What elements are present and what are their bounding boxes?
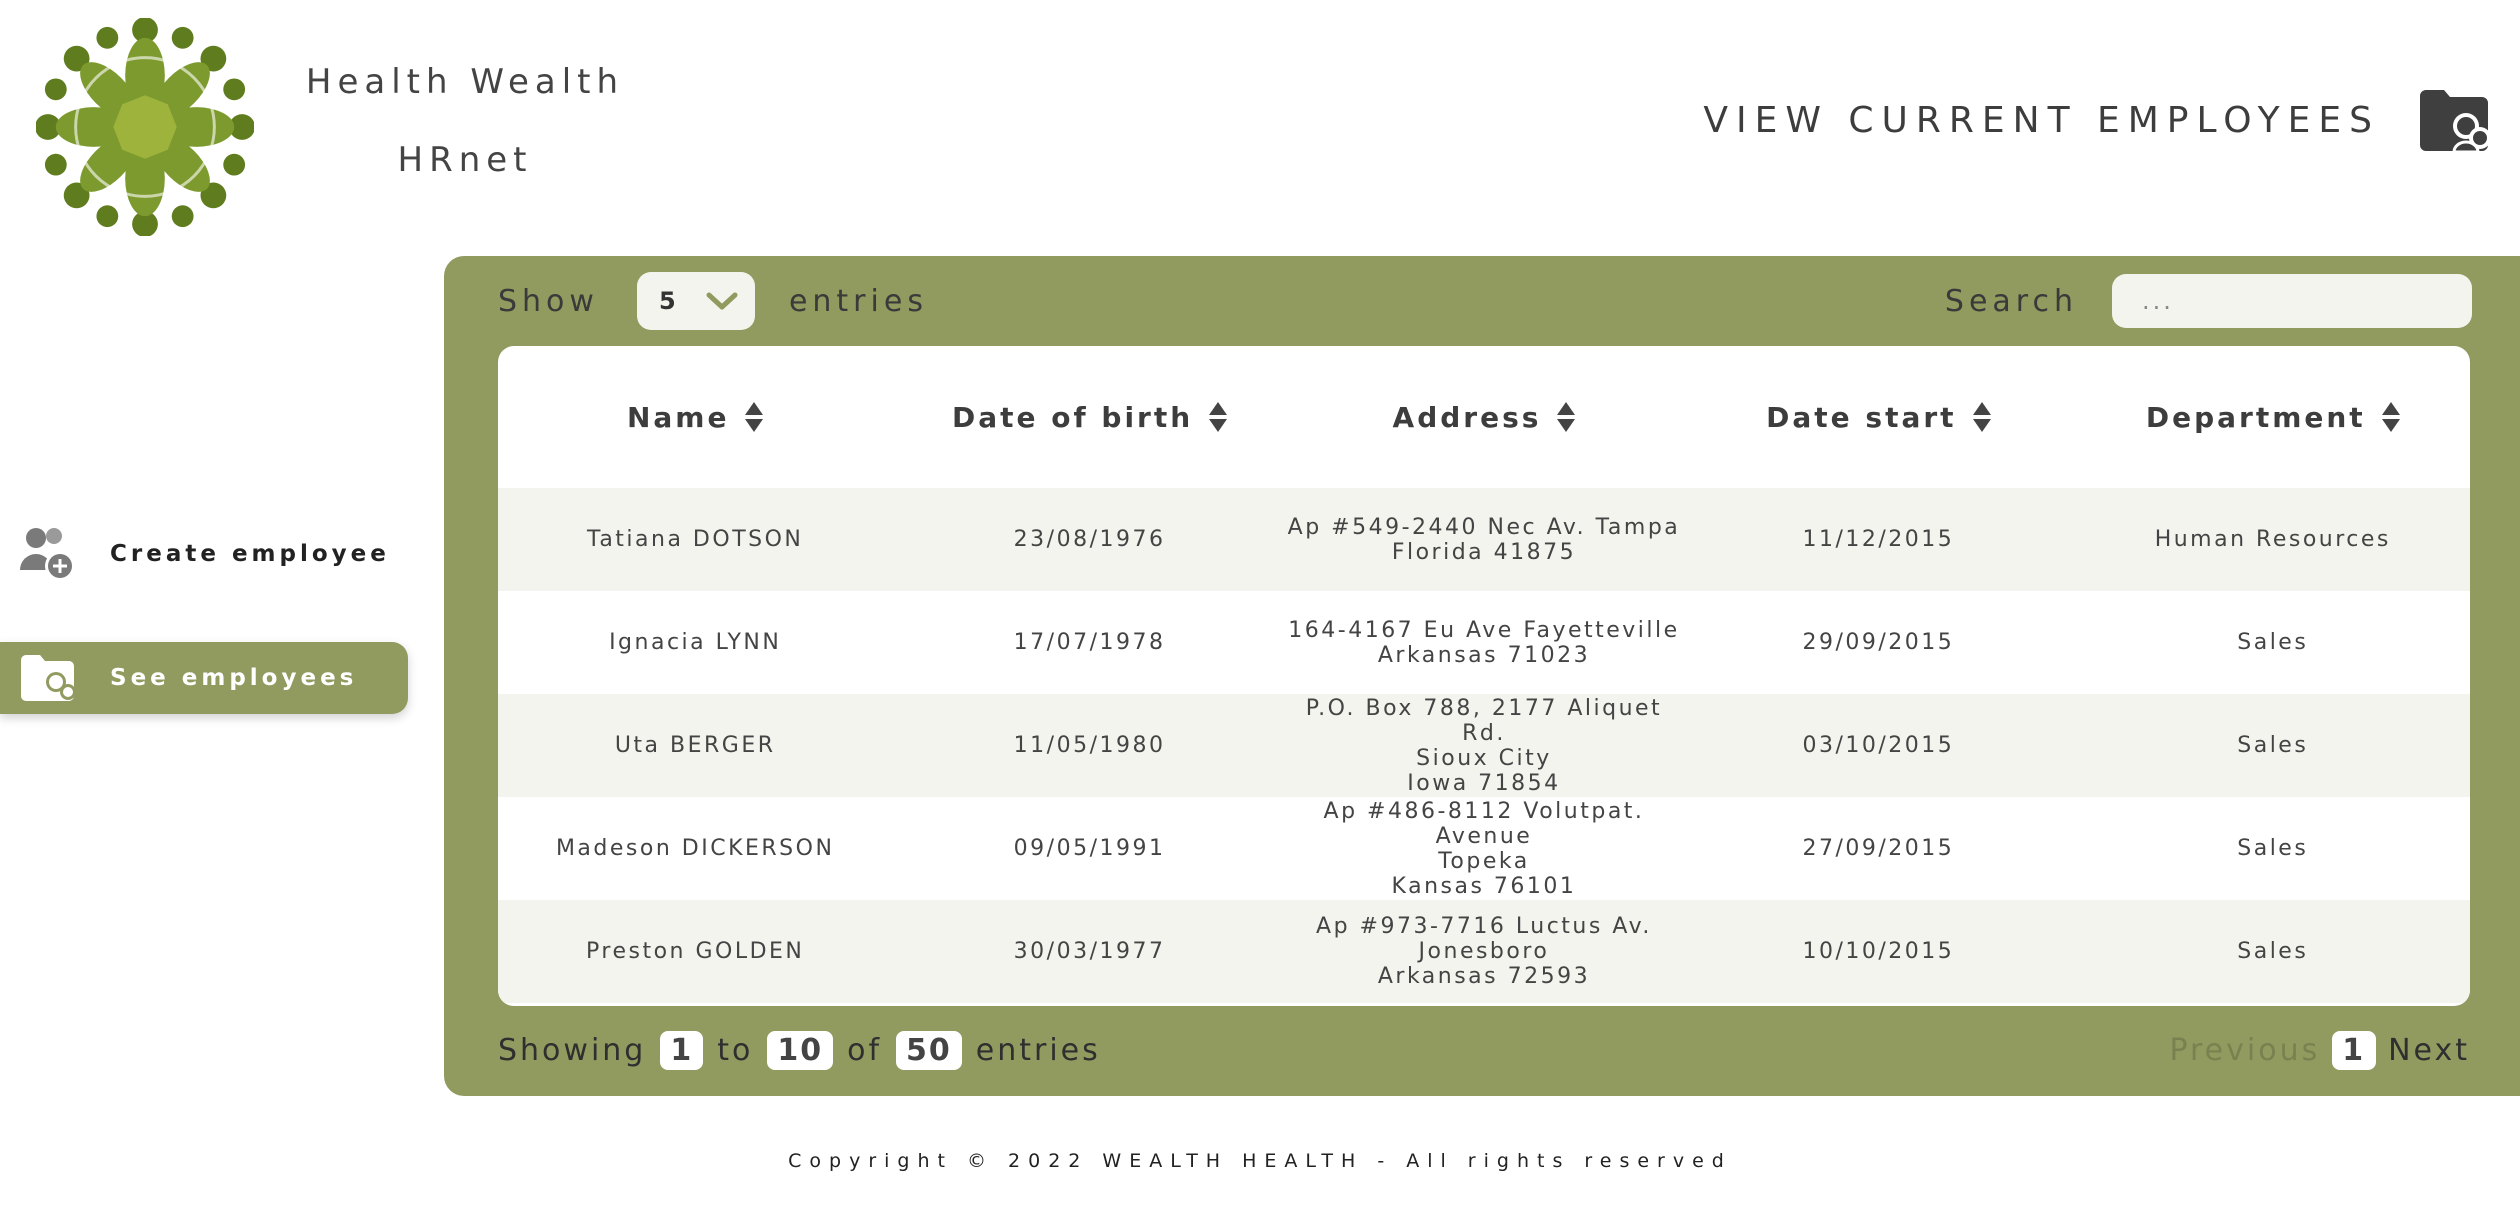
table-row: Uta BERGER 11/05/1980 P.O. Box 788, 2177… [498, 694, 2470, 797]
sidebar-item-see-employees[interactable]: See employees [0, 642, 408, 714]
info-to-label: to [717, 1032, 754, 1068]
cell-date-start: 29/09/2015 [1802, 630, 1955, 655]
cell-date-start: 03/10/2015 [1802, 733, 1955, 758]
entries-label: entries [788, 283, 928, 319]
cell-name: Tatiana DOTSON [587, 527, 804, 552]
sort-icon [1972, 402, 1991, 432]
cell-department: Sales [2237, 836, 2309, 861]
cell-name: Madeson DICKERSON [555, 836, 835, 861]
cell-department: Human Resources [2154, 527, 2391, 552]
sidebar-item-label: Create employee [110, 541, 390, 567]
column-header-label: Date of birth [951, 400, 1194, 434]
folder-users-icon [21, 655, 76, 701]
entries-length-control: Show 5 entries [498, 272, 928, 330]
table-info: Showing 1 to 10 of 50 entries [498, 1028, 1101, 1072]
sort-icon [745, 402, 764, 432]
table-header-row: Name Date of birth Address Date start De… [498, 346, 2470, 488]
table-row: Ignacia LYNN 17/07/1978 164-4167 Eu Ave … [498, 591, 2470, 694]
app-page: Health Wealth HRnet VIEW CURRENT EMPLOYE… [0, 0, 2520, 1224]
table-row: Preston GOLDEN 30/03/1977 Ap #973-7716 L… [498, 900, 2470, 1003]
cell-department: Sales [2237, 733, 2309, 758]
page-number-button[interactable]: 1 [2332, 1030, 2377, 1070]
info-entries-label: entries [975, 1032, 1101, 1068]
pagination: Previous 1 Next [2169, 1028, 2470, 1072]
page-title: VIEW CURRENT EMPLOYEES [1703, 100, 2380, 141]
sort-icon [1557, 402, 1576, 432]
footer-copyright: Copyright © 2022 WEALTH HEALTH - All rig… [788, 1150, 1732, 1172]
address-line: Arkansas 71023 [1377, 642, 1591, 668]
cell-date-start: 27/09/2015 [1802, 836, 1955, 861]
address-line: Kansas 76101 [1391, 873, 1577, 899]
chevron-down-icon [706, 292, 738, 310]
cell-department: Sales [2237, 630, 2309, 655]
address-line: Sioux City [1416, 745, 1552, 771]
info-from-badge: 1 [660, 1030, 704, 1070]
cell-name: Uta BERGER [614, 733, 776, 758]
table-row: Tatiana DOTSON 23/08/1976 Ap #549-2440 N… [498, 488, 2470, 591]
cell-date-of-birth: 30/03/1977 [1013, 939, 1166, 964]
address-line: Ap #973-7716 Luctus Av. [1316, 914, 1652, 939]
search-input[interactable] [2112, 274, 2472, 328]
sort-icon [1209, 402, 1228, 432]
cell-name: Ignacia LYNN [609, 630, 782, 655]
address-line: 164-4167 Eu Ave Fayetteville [1288, 617, 1680, 643]
column-header-name[interactable]: Name [498, 346, 892, 488]
column-header-label: Department [2145, 400, 2366, 434]
brand-name: Health Wealth [305, 62, 625, 102]
cell-department: Sales [2237, 939, 2309, 964]
cell-address: P.O. Box 788, 2177 Aliquet Rd. Sioux Cit… [1287, 694, 1681, 797]
address-line: Iowa 71854 [1407, 770, 1561, 796]
show-label: Show [498, 283, 599, 319]
address-line: Topeka [1438, 848, 1530, 874]
sidebar-item-create-employee[interactable]: Create employee [0, 518, 408, 590]
entries-select-value: 5 [658, 287, 676, 315]
column-header-department[interactable]: Department [2076, 346, 2470, 488]
cell-name: Preston GOLDEN [586, 939, 805, 964]
cell-date-of-birth: 23/08/1976 [1013, 527, 1166, 552]
cell-address: Ap #973-7716 Luctus Av. Jonesboro Arkans… [1287, 900, 1681, 1003]
address-line: Ap #486-8112 Volutpat. Avenue [1323, 798, 1645, 849]
column-header-label: Name [626, 400, 730, 434]
info-to-badge: 10 [767, 1030, 834, 1070]
brand: Health Wealth HRnet [300, 62, 630, 180]
column-header-label: Address [1392, 400, 1542, 434]
sort-icon [2381, 402, 2400, 432]
info-showing-label: Showing [498, 1032, 647, 1068]
cell-date-of-birth: 09/05/1991 [1013, 836, 1166, 861]
logo-icon [36, 18, 254, 236]
cell-date-start: 11/12/2015 [1802, 527, 1955, 552]
employees-table: Name Date of birth Address Date start De… [498, 346, 2470, 1003]
column-header-date-of-birth[interactable]: Date of birth [892, 346, 1286, 488]
column-header-label: Date start [1766, 400, 1957, 434]
column-header-date-start[interactable]: Date start [1681, 346, 2075, 488]
employees-panel: Show 5 entries Search Name Date of birth… [444, 256, 2520, 1096]
info-of-label: of [847, 1032, 883, 1068]
search-control: Search [1945, 272, 2472, 330]
table-row: Madeson DICKERSON 09/05/1991 Ap #486-811… [498, 797, 2470, 900]
brand-product: HRnet [397, 140, 533, 180]
user-add-icon [20, 528, 75, 581]
previous-page-button[interactable]: Previous [2169, 1033, 2320, 1068]
column-header-address[interactable]: Address [1287, 346, 1681, 488]
address-line: Jonesboro [1418, 939, 1550, 964]
cell-address: Ap #549-2440 Nec Av. Tampa Florida 41875 [1287, 488, 1681, 591]
folder-users-icon [2420, 90, 2491, 154]
entries-select[interactable]: 5 [636, 272, 755, 330]
cell-date-start: 10/10/2015 [1802, 939, 1955, 964]
cell-address: Ap #486-8112 Volutpat. Avenue Topeka Kan… [1287, 797, 1681, 900]
sidebar-item-label: See employees [110, 665, 358, 691]
cell-address: 164-4167 Eu Ave Fayetteville Arkansas 71… [1287, 591, 1681, 694]
info-total-badge: 50 [896, 1030, 962, 1070]
search-label: Search [1944, 283, 2078, 319]
cell-date-of-birth: 17/07/1978 [1013, 630, 1166, 655]
address-line: P.O. Box 788, 2177 Aliquet Rd. [1305, 695, 1663, 746]
address-line: Florida 41875 [1391, 539, 1577, 565]
next-page-button[interactable]: Next [2388, 1033, 2470, 1068]
address-line: Arkansas 72593 [1377, 964, 1591, 989]
address-line: Ap #549-2440 Nec Av. Tampa [1287, 514, 1681, 540]
employees-table-card: Name Date of birth Address Date start De… [498, 346, 2470, 1006]
cell-date-of-birth: 11/05/1980 [1013, 733, 1166, 758]
